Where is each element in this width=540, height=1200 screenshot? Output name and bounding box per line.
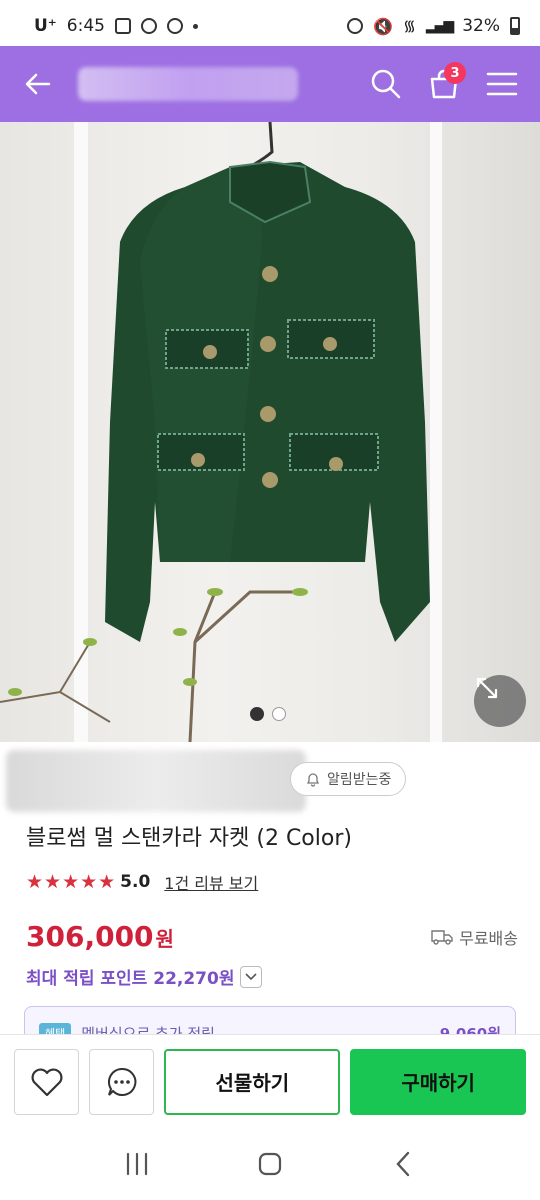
app-header: 3 <box>0 46 540 122</box>
store-name-redacted <box>78 67 298 101</box>
home-icon <box>258 1152 282 1176</box>
menu-button[interactable] <box>480 62 524 106</box>
recent-apps-button[interactable] <box>107 1139 167 1189</box>
gallery-pagination <box>250 707 286 721</box>
price-value: 306,000 <box>26 920 154 953</box>
product-title: 블로썸 멀 스탠카라 자켓 (2 Color) <box>26 826 352 851</box>
notification-toggle-label: 알림받는중 <box>327 772 392 788</box>
carrier-label: U⁺ <box>34 16 57 36</box>
heart-icon <box>31 1068 63 1096</box>
rating-score: 5.0 <box>120 872 151 892</box>
wishlist-button[interactable] <box>14 1048 80 1115</box>
price-row: 306,000 원 무료배송 <box>26 920 518 953</box>
gallery-dot[interactable] <box>272 707 286 721</box>
bottom-action-bar: 선물하기 구매하기 <box>0 1034 540 1128</box>
gallery-dot-active[interactable] <box>250 707 264 721</box>
seller-name-redacted <box>6 750 306 812</box>
clock-time: 6:45 <box>66 16 105 36</box>
chevron-left-icon <box>396 1151 410 1177</box>
cloud-notification-icon <box>140 18 157 34</box>
search-icon <box>371 69 401 99</box>
menu-icon <box>486 72 518 96</box>
battery-icon <box>510 17 520 35</box>
recent-apps-icon <box>126 1152 147 1176</box>
battery-percent: 32% <box>462 16 500 36</box>
buy-button[interactable]: 구매하기 <box>350 1048 527 1115</box>
gallery-notification-icon <box>114 18 131 34</box>
seller-row: 알림받는중 <box>0 746 540 816</box>
review-link[interactable]: 1건 리뷰 보기 <box>164 870 258 894</box>
alarm-icon <box>347 18 364 34</box>
chevron-down-icon <box>245 972 258 980</box>
system-nav-bar <box>0 1128 540 1200</box>
gift-button[interactable]: 선물하기 <box>164 1048 341 1115</box>
product-image-gallery[interactable] <box>0 122 540 742</box>
product-photo <box>0 122 442 742</box>
points-row: 최대 적립 포인트 22,270원 <box>26 964 263 989</box>
points-label: 최대 적립 포인트 22,270원 <box>26 969 235 989</box>
status-bar: U⁺ 6:45 🔇 ᯾ ▂▄▆ 32% <box>0 0 540 52</box>
price-currency: 원 <box>155 927 174 951</box>
rating-stars: ★★★★★ <box>26 871 117 893</box>
home-button[interactable] <box>240 1139 300 1189</box>
shipping-info: 무료배송 <box>431 925 518 949</box>
chat-button[interactable] <box>89 1048 155 1115</box>
wifi-icon: ᯾ <box>403 17 416 35</box>
system-back-button[interactable] <box>373 1139 433 1189</box>
truck-icon <box>431 930 453 945</box>
back-button[interactable] <box>16 62 60 106</box>
back-arrow-icon <box>25 73 51 95</box>
mute-icon: 🔇 <box>373 16 394 36</box>
expand-image-button[interactable] <box>474 675 526 727</box>
shipping-label: 무료배송 <box>459 929 518 948</box>
cart-count-badge: 3 <box>444 62 466 84</box>
chat-icon <box>107 1067 137 1096</box>
cart-button[interactable]: 3 <box>422 62 466 106</box>
points-expand-button[interactable] <box>240 965 263 988</box>
expand-icon <box>476 677 498 699</box>
bell-icon <box>306 773 320 787</box>
alarm-notification-icon <box>166 18 183 34</box>
signal-icon: ▂▄▆ <box>425 18 454 34</box>
rating-row: ★★★★★ 5.0 1건 리뷰 보기 <box>26 870 258 894</box>
more-notifications-icon <box>192 23 198 29</box>
search-button[interactable] <box>364 62 408 106</box>
notification-toggle-button[interactable]: 알림받는중 <box>290 762 407 796</box>
